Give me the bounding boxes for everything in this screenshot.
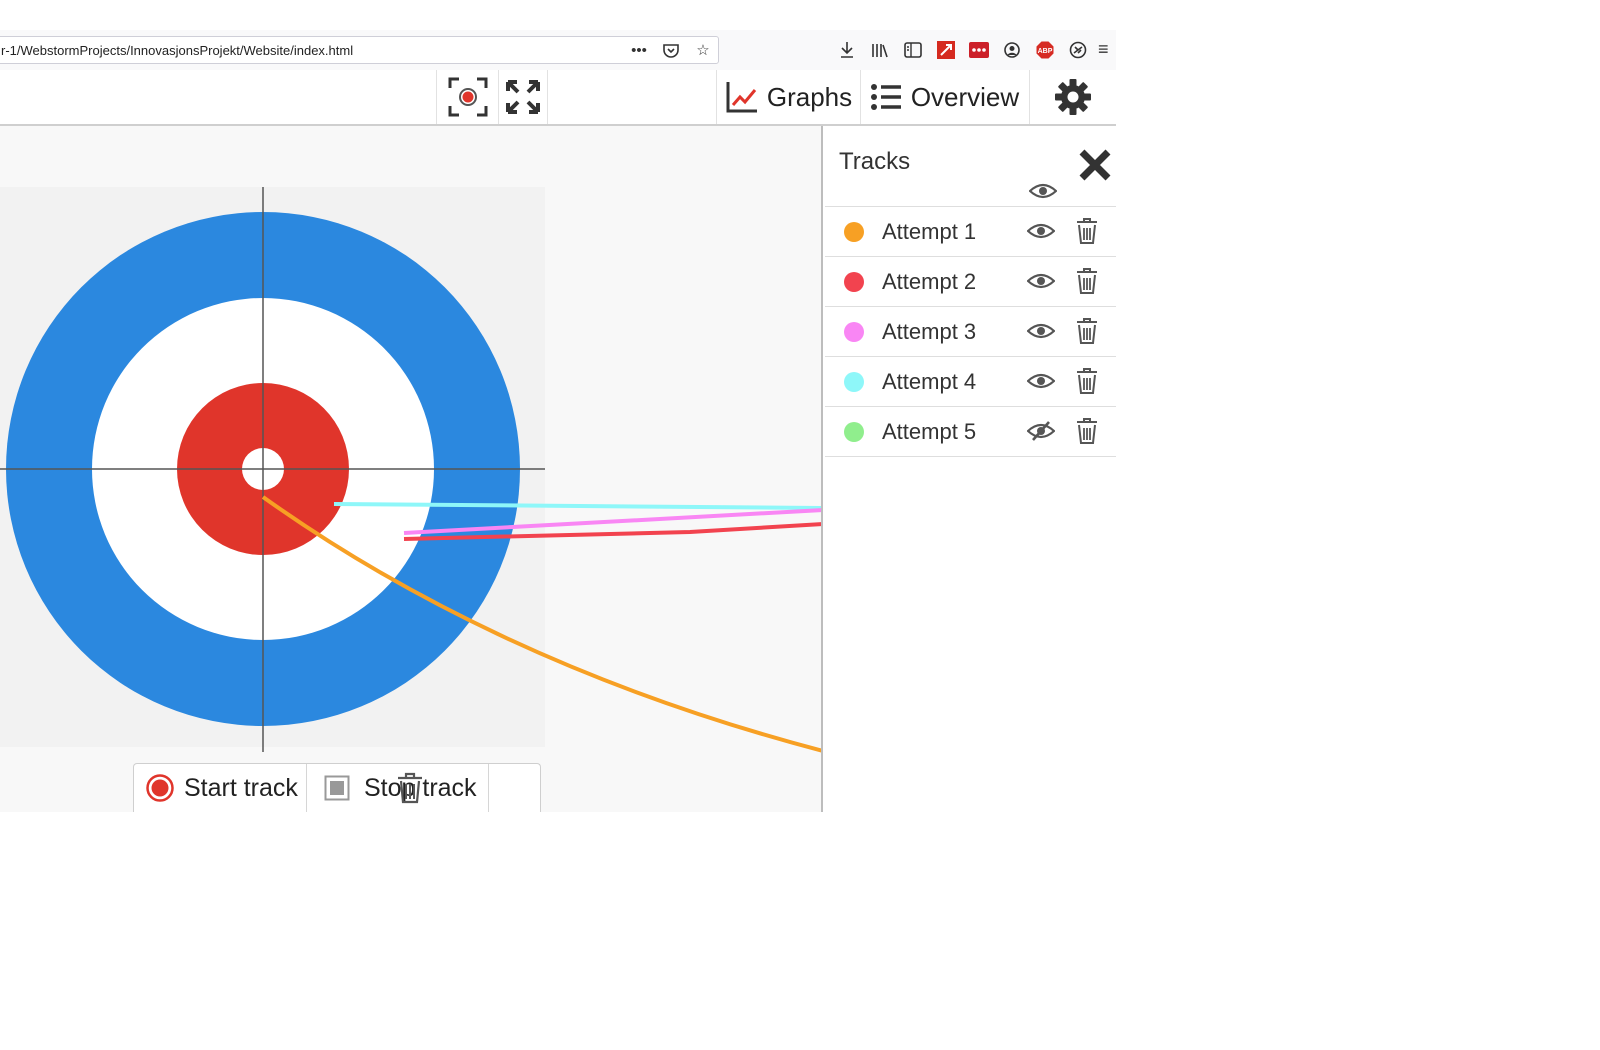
fullscreen-expand-icon: [506, 80, 540, 114]
track-color-dot: [844, 272, 864, 292]
eye-icon[interactable]: [1027, 271, 1055, 291]
eye-icon[interactable]: [1027, 221, 1055, 241]
trash-icon[interactable]: [1075, 367, 1099, 395]
toggle-all-visibility-icon[interactable]: [1029, 181, 1057, 201]
sidebar-icon[interactable]: [902, 39, 924, 61]
record-target-icon: [448, 77, 487, 117]
fullscreen-button[interactable]: [498, 70, 548, 124]
overview-label: Overview: [910, 81, 1020, 112]
settings-button[interactable]: [1030, 70, 1116, 124]
start-track-label: Start track: [184, 773, 298, 802]
track-color-dot: [844, 222, 864, 242]
track-canvas[interactable]: [0, 126, 823, 812]
track-color-dot: [844, 422, 864, 442]
start-track-button[interactable]: Start track: [134, 764, 307, 812]
hamburger-menu-icon[interactable]: ≡: [1098, 39, 1109, 60]
more-actions-icon[interactable]: •••: [628, 40, 650, 60]
overview-button[interactable]: Overview: [860, 70, 1030, 124]
eye-icon[interactable]: [1027, 321, 1055, 341]
red-extension-icon[interactable]: [935, 39, 957, 61]
graphs-label: Graphs: [766, 81, 853, 112]
trash-icon[interactable]: [1075, 267, 1099, 295]
track-row[interactable]: Attempt 1: [825, 207, 1116, 257]
browser-toolbar: r-1/WebstormProjects/InnovasjonsProjekt/…: [0, 30, 1116, 70]
track-list: Attempt 1 Attempt 2 Attempt 3 Attempt 4: [825, 206, 1116, 457]
track-row[interactable]: Attempt 5: [825, 407, 1116, 457]
track-name: Attempt 2: [882, 269, 977, 294]
adblock-plus-icon[interactable]: ABP: [1034, 39, 1056, 61]
url-text: r-1/WebstormProjects/InnovasjonsProjekt/…: [1, 43, 354, 58]
account-icon[interactable]: [1001, 39, 1023, 61]
panel-title: Tracks: [839, 148, 911, 175]
tracks-panel: Tracks Attempt 1 Attempt 2 Attempt 3 Att…: [825, 126, 1116, 812]
line-chart-icon: [726, 82, 757, 113]
bookmark-star-icon[interactable]: ☆: [692, 40, 714, 60]
trash-icon[interactable]: [1075, 417, 1099, 445]
eye-hidden-icon[interactable]: [1027, 421, 1055, 441]
track-controls: Start track Stop track: [133, 763, 541, 812]
url-bar[interactable]: r-1/WebstormProjects/InnovasjonsProjekt/…: [0, 36, 719, 64]
extension-icon[interactable]: [1067, 39, 1089, 61]
track-color-dot: [844, 372, 864, 392]
stop-icon: [324, 775, 350, 801]
trash-icon[interactable]: [1075, 317, 1099, 345]
gear-icon: [1055, 79, 1091, 115]
clear-tracks-button[interactable]: [384, 772, 436, 804]
app-toolbar: Graphs Overview: [0, 70, 1116, 126]
library-icon[interactable]: [869, 39, 891, 61]
track-name: Attempt 5: [882, 419, 977, 444]
list-icon: [870, 84, 901, 110]
track-row[interactable]: Attempt 3: [825, 307, 1116, 357]
track-row[interactable]: Attempt 2: [825, 257, 1116, 307]
track-name: Attempt 3: [882, 319, 977, 344]
close-icon[interactable]: [1078, 148, 1112, 182]
record-icon: [146, 774, 174, 802]
trash-icon: [398, 772, 422, 804]
track-color-dot: [844, 322, 864, 342]
track-name: Attempt 1: [882, 219, 977, 244]
lastpass-icon[interactable]: [968, 39, 990, 61]
track-row[interactable]: Attempt 4: [825, 357, 1116, 407]
graphs-button[interactable]: Graphs: [716, 70, 860, 124]
download-icon[interactable]: [836, 39, 858, 61]
adblock-label: ABP: [1038, 48, 1053, 55]
app-window: r-1/WebstormProjects/InnovasjonsProjekt/…: [0, 0, 1116, 812]
track-name: Attempt 4: [882, 369, 977, 394]
pocket-icon[interactable]: [660, 40, 682, 60]
record-target-button[interactable]: [436, 70, 498, 124]
eye-icon[interactable]: [1027, 371, 1055, 391]
trash-icon[interactable]: [1075, 217, 1099, 245]
